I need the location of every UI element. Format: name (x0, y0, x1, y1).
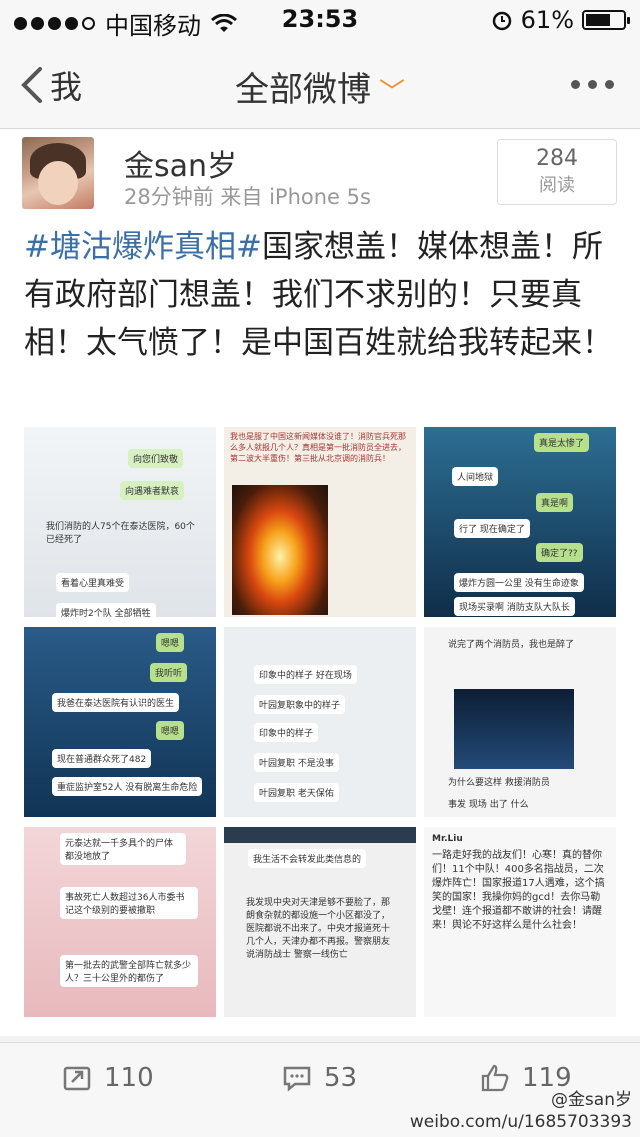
chevron-down-icon: ﹀ (378, 78, 405, 108)
chat-bubble: 看着心里真难受 (56, 573, 130, 592)
repost-count: 110 (104, 1063, 154, 1093)
watermark: @金san岁 weibo.com/u/1685703393 (410, 1089, 632, 1133)
username[interactable]: 金san岁 (124, 141, 237, 185)
chat-bubble: 第一批去的武警全部阵亡就多少人？三十公里外的都伤了 (60, 955, 198, 987)
repost-icon (63, 1066, 91, 1091)
chat-bubble: 现在普通群众死了482 (52, 749, 152, 768)
chat-bubble: 向您们致敬 (128, 449, 184, 468)
chat-text: 说完了两个消防员，我也是醉了 (448, 640, 575, 650)
chat-bubble: 元泰达就一千多具个的尸体都没地放了 (60, 833, 186, 865)
read-label: 阅读 (539, 175, 575, 196)
post-card: 金san岁 28分钟前 来自 iPhone 5s 284 阅读 #塘沽爆炸真相#… (0, 129, 640, 1036)
chat-bubble: 嗯嗯 (156, 633, 185, 652)
battery-icon (582, 10, 630, 30)
chat-bubble: 行了 现在确定了 (454, 519, 530, 538)
nav-title: 全部微博 (234, 70, 371, 110)
chat-bubble: 印象中的样子 (254, 723, 319, 742)
battery-percent: 61% (520, 6, 574, 34)
hashtag-link[interactable]: #塘沽爆炸真相# (24, 229, 262, 265)
chat-bubble: 爆炸方圆一公里 没有生命迹象 (454, 573, 584, 592)
comment-button[interactable]: 53 (282, 1063, 357, 1093)
chat-bubble: 现场买录啊 消防支队大队长 (454, 597, 575, 616)
action-bar: 110 53 119 @金san岁 weibo.com/u/1685703393 (0, 1042, 640, 1137)
chat-text: 一路走好我的战友们！心寒！真的替你们！11个中队！400多名指战员，二次爆炸阵亡… (432, 850, 605, 931)
chat-text: 事发 现场 出了 什么 (448, 800, 529, 810)
image-grid: 向您们致敬 向遇难者默哀 我们消防的人75个在泰达医院，60个已经死了 看着心里… (24, 427, 616, 1020)
post-image-1[interactable]: 向您们致敬 向遇难者默哀 我们消防的人75个在泰达医院，60个已经死了 看着心里… (24, 427, 216, 617)
avatar[interactable] (22, 137, 94, 209)
chat-bubble: 向遇难者默哀 (120, 481, 185, 500)
chat-bubble: 印象中的样子 好在现场 (254, 665, 357, 684)
chat-text: 我发现中央对天津是够不要脸了，那朗食杂就的都设施一个小区都没了，医院都说不出来了… (246, 898, 391, 960)
read-count-box: 284 阅读 (497, 139, 617, 205)
more-options-button[interactable] (571, 80, 614, 89)
chat-bubble: 爆炸时2个队 全部牺牲 (56, 603, 156, 617)
post-image-5[interactable]: 印象中的样子 好在现场 叶园复职象中的样子 印象中的样子 叶园复职 不是没事 叶… (224, 627, 416, 817)
chat-bubble: 确定了?? (536, 543, 583, 562)
chat-name: Mr.Liu (432, 834, 463, 844)
comment-icon (283, 1066, 311, 1092)
post-image-7[interactable]: 元泰达就一千多具个的尸体都没地放了 事故死亡人数超过36人市委书记这个级别的要被… (24, 827, 216, 1017)
comment-count: 53 (324, 1063, 358, 1093)
post-meta: 28分钟前 来自 iPhone 5s (124, 185, 371, 209)
image-caption: 我也是服了中国这新闻媒体没谁了！消防官兵死那么多人就报几个人？真相是第一批消防员… (230, 432, 406, 463)
post-image-9[interactable]: Mr.Liu 一路走好我的战友们！心寒！真的替你们！11个中队！400多名指战员… (424, 827, 616, 1017)
chat-bubble: 我爸在泰达医院有认识的医生 (52, 693, 180, 712)
chat-bubble: 真是太惨了 (534, 433, 590, 452)
read-count: 284 (536, 146, 578, 171)
chat-bubble: 我听听 (150, 663, 188, 682)
chat-text: 我们消防的人75个在泰达医院，60个已经死了 (46, 522, 195, 545)
status-bar: 中国移动 23:53 61% (0, 0, 640, 40)
post-image-2[interactable]: 我也是服了中国这新闻媒体没谁了！消防官兵死那么多人就报几个人？真相是第一批消防员… (224, 427, 416, 617)
chat-bubble: 人间地狱 (452, 467, 499, 486)
alarm-icon (492, 11, 511, 31)
nav-bar: 我 全部微博 ﹀ (0, 40, 640, 129)
chat-bubble: 叶园复职 老天保佑 (254, 783, 339, 802)
post-image-8[interactable]: 我生活不会转发此类信息的 我发现中央对天津是够不要脸了，那朗食杂就的都设施一个小… (224, 827, 416, 1017)
post-text: #塘沽爆炸真相#国家想盖！媒体想盖！所有政府部门想盖！我们不求别的！只要真相！太… (24, 223, 620, 367)
watermark-handle: @金san岁 (550, 1090, 632, 1110)
chat-text: 为什么要这样 救援消防员 (448, 778, 550, 788)
chat-bubble: 重症监护室52人 没有脱离生命危险 (52, 777, 203, 796)
chat-bubble: 事故死亡人数超过36人市委书记这个级别的要被撤职 (60, 887, 198, 919)
chat-bubble: 叶园复职象中的样子 (254, 695, 346, 714)
post-image-4[interactable]: 嗯嗯 我听听 我爸在泰达医院有认识的医生 嗯嗯 现在普通群众死了482 重症监护… (24, 627, 216, 817)
repost-button[interactable]: 110 (62, 1063, 154, 1093)
feed-selector[interactable]: 全部微博 ﹀ (0, 62, 640, 111)
post-image-3[interactable]: 真是太惨了 真是啊 人间地狱 行了 现在确定了 确定了?? 爆炸方圆一公里 没有… (424, 427, 616, 617)
chat-bubble: 真是啊 (536, 493, 574, 512)
chat-bubble: 叶园复职 不是没事 (254, 753, 339, 772)
post-image-6[interactable]: 说完了两个消防员，我也是醉了 为什么要这样 救援消防员 事发 现场 出了 什么 (424, 627, 616, 817)
chat-bubble: 嗯嗯 (156, 721, 185, 740)
watermark-url: weibo.com/u/1685703393 (409, 1112, 632, 1132)
chat-bubble: 我生活不会转发此类信息的 (248, 849, 367, 868)
